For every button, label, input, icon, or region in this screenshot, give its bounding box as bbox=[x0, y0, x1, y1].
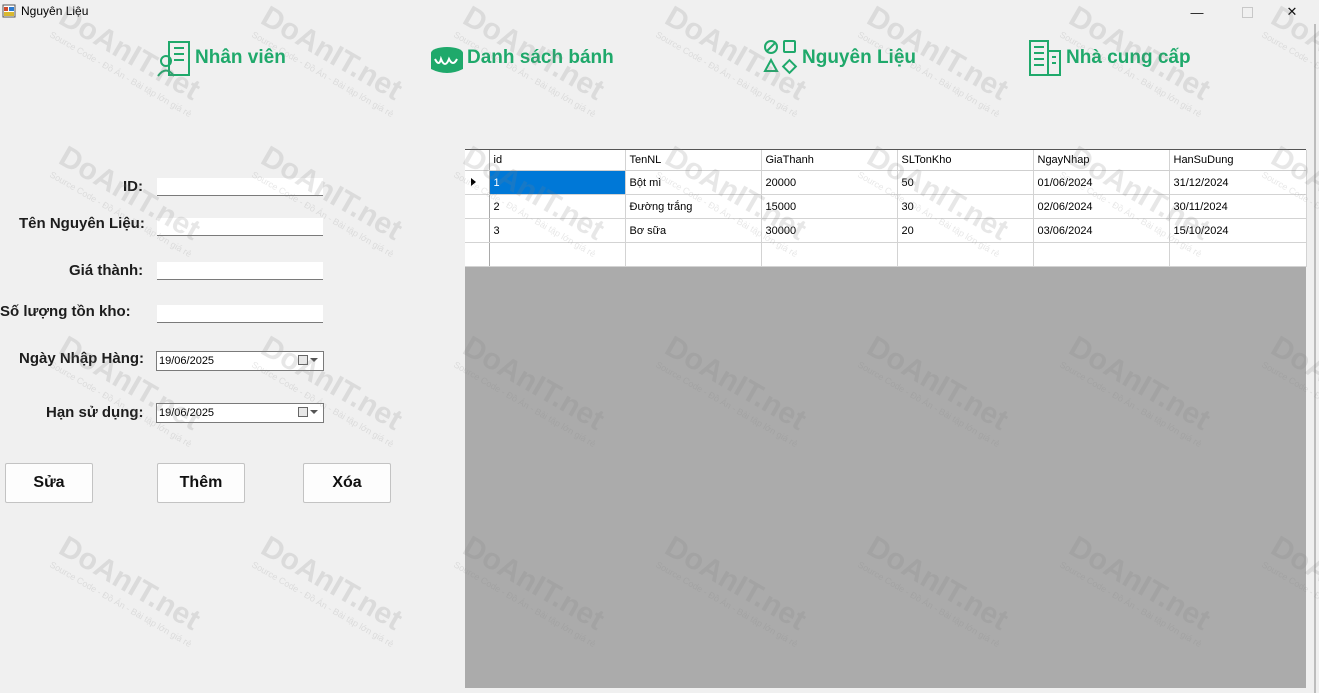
maximize-icon bbox=[1241, 6, 1253, 18]
table-cell[interactable]: 1 bbox=[489, 170, 626, 195]
window-title: Nguyên Liệu bbox=[21, 4, 89, 18]
price-field[interactable] bbox=[157, 262, 323, 280]
table-cell[interactable]: 31/12/2024 bbox=[1169, 170, 1307, 195]
expiry-label: Hạn sử dụng: bbox=[46, 404, 144, 421]
stock-label: Số lượng tồn kho: bbox=[0, 303, 131, 320]
table-row[interactable]: 1 Bột mì 20000 50 01/06/2024 31/12/2024 bbox=[465, 170, 1307, 195]
table-cell[interactable] bbox=[761, 242, 898, 267]
table-cell[interactable]: 01/06/2024 bbox=[1033, 170, 1170, 195]
table-cell[interactable]: 15/10/2024 bbox=[1169, 218, 1307, 243]
row-header[interactable] bbox=[465, 194, 490, 219]
import-date-label: Ngày Nhập Hàng: bbox=[19, 350, 145, 367]
minimize-button[interactable]: — bbox=[1175, 0, 1219, 24]
employee-building-icon bbox=[157, 41, 190, 77]
stock-field[interactable] bbox=[157, 305, 323, 323]
nav-cakes-label: Danh sách bánh bbox=[467, 47, 614, 68]
expiry-date-value: 19/06/2025 bbox=[159, 407, 215, 419]
maximize-button[interactable] bbox=[1225, 0, 1269, 24]
new-row[interactable] bbox=[465, 242, 1307, 267]
table-cell[interactable]: 02/06/2024 bbox=[1033, 194, 1170, 219]
delete-button[interactable]: Xóa bbox=[303, 463, 391, 503]
row-header[interactable] bbox=[465, 170, 490, 195]
title-bar: Nguyên Liệu — ✕ bbox=[0, 0, 1319, 24]
table-cell[interactable] bbox=[625, 242, 762, 267]
close-button[interactable]: ✕ bbox=[1270, 0, 1314, 24]
column-header-sltonkho[interactable]: SLTonKho bbox=[897, 150, 1034, 171]
nav-ingredients[interactable]: Nguyên Liệu bbox=[762, 38, 916, 78]
current-row-icon bbox=[471, 177, 476, 186]
table-cell[interactable]: Bột mì bbox=[625, 170, 762, 195]
column-header-hansudung[interactable]: HanSuDung bbox=[1169, 150, 1307, 171]
nav-cakes[interactable]: Danh sách bánh bbox=[429, 38, 614, 78]
table-cell[interactable]: 20 bbox=[897, 218, 1034, 243]
edit-button[interactable]: Sửa bbox=[5, 463, 93, 503]
table-cell[interactable]: 30000 bbox=[761, 218, 898, 243]
nav-ingredients-label: Nguyên Liệu bbox=[802, 47, 917, 68]
name-label: Tên Nguyên Liệu: bbox=[19, 215, 145, 232]
column-header-giathanh[interactable]: GiaThanh bbox=[761, 150, 898, 171]
ingredient-shapes-icon bbox=[763, 40, 798, 75]
id-field[interactable] bbox=[157, 178, 323, 196]
table-row[interactable]: 2 Đường trắng 15000 30 02/06/2024 30/11/… bbox=[465, 194, 1307, 219]
grid-header-row: id TenNL GiaThanh SLTonKho NgayNhap HanS… bbox=[465, 150, 1307, 171]
table-cell[interactable] bbox=[1033, 242, 1170, 267]
row-header-corner[interactable] bbox=[465, 150, 490, 171]
watermark: DoAnIT.netSource Code - Đồ Án - Bài tập … bbox=[250, 530, 412, 649]
table-cell[interactable]: 3 bbox=[489, 218, 626, 243]
ingredients-grid[interactable]: id TenNL GiaThanh SLTonKho NgayNhap HanS… bbox=[465, 150, 1307, 267]
add-button[interactable]: Thêm bbox=[157, 463, 245, 503]
price-label: Giá thành: bbox=[69, 262, 144, 279]
name-field[interactable] bbox=[157, 218, 323, 236]
table-cell[interactable]: 03/06/2024 bbox=[1033, 218, 1170, 243]
table-cell[interactable]: 30 bbox=[897, 194, 1034, 219]
table-cell[interactable] bbox=[897, 242, 1034, 267]
column-header-tennl[interactable]: TenNL bbox=[625, 150, 762, 171]
table-cell[interactable]: Bơ sữa bbox=[625, 218, 762, 243]
calendar-dropdown-icon[interactable] bbox=[298, 355, 318, 365]
watermark-text: DoAnIT.net bbox=[255, 530, 408, 637]
nav-suppliers-label: Nhà cung cấp bbox=[1066, 47, 1191, 68]
app-icon bbox=[2, 4, 16, 18]
table-cell[interactable]: Đường trắng bbox=[625, 194, 762, 219]
calendar-dropdown-icon[interactable] bbox=[298, 407, 318, 417]
row-header[interactable] bbox=[465, 242, 490, 267]
column-header-ngaynhap[interactable]: NgayNhap bbox=[1033, 150, 1170, 171]
table-row[interactable]: 3 Bơ sữa 30000 20 03/06/2024 15/10/2024 bbox=[465, 218, 1307, 243]
import-date-value: 19/06/2025 bbox=[159, 355, 215, 367]
watermark: DoAnIT.netSource Code - Đồ Án - Bài tập … bbox=[250, 140, 412, 259]
watermark: DoAnIT.netSource Code - Đồ Án - Bài tập … bbox=[250, 330, 412, 449]
nav-suppliers[interactable]: Nhà cung cấp bbox=[1028, 38, 1191, 78]
watermark-text: DoAnIT.net bbox=[53, 530, 206, 637]
expiry-date-picker[interactable]: 19/06/2025 bbox=[156, 403, 324, 423]
row-header[interactable] bbox=[465, 218, 490, 243]
watermark-subtext: Source Code - Đồ Án - Bài tập lớn giá rẻ bbox=[48, 559, 194, 650]
nav-employees-label: Nhân viên bbox=[195, 47, 286, 68]
column-header-id[interactable]: id bbox=[489, 150, 626, 171]
table-cell[interactable]: 50 bbox=[897, 170, 1034, 195]
watermark: DoAnIT.netSource Code - Đồ Án - Bài tập … bbox=[48, 330, 210, 449]
table-cell[interactable] bbox=[489, 242, 626, 267]
table-cell[interactable]: 2 bbox=[489, 194, 626, 219]
table-cell[interactable] bbox=[1169, 242, 1307, 267]
nav-employees[interactable]: Nhân viên bbox=[157, 38, 286, 78]
watermark: DoAnIT.netSource Code - Đồ Án - Bài tập … bbox=[48, 140, 210, 259]
supplier-building-icon bbox=[1029, 40, 1061, 76]
watermark-text: DoAnIT.net bbox=[255, 330, 408, 437]
watermark-text: DoAnIT.net bbox=[53, 330, 206, 437]
cake-icon bbox=[431, 47, 463, 73]
table-cell[interactable]: 20000 bbox=[761, 170, 898, 195]
watermark-subtext: Source Code - Đồ Án - Bài tập lớn giá rẻ bbox=[250, 559, 396, 650]
table-cell[interactable]: 15000 bbox=[761, 194, 898, 219]
table-cell[interactable]: 30/11/2024 bbox=[1169, 194, 1307, 219]
window-edge bbox=[1314, 24, 1316, 693]
id-label: ID: bbox=[123, 178, 143, 195]
import-date-picker[interactable]: 19/06/2025 bbox=[156, 351, 324, 371]
watermark-subtext: Source Code - Đồ Án - Bài tập lớn giá rẻ bbox=[1260, 29, 1319, 119]
watermark: DoAnIT.netSource Code - Đồ Án - Bài tập … bbox=[48, 530, 210, 649]
